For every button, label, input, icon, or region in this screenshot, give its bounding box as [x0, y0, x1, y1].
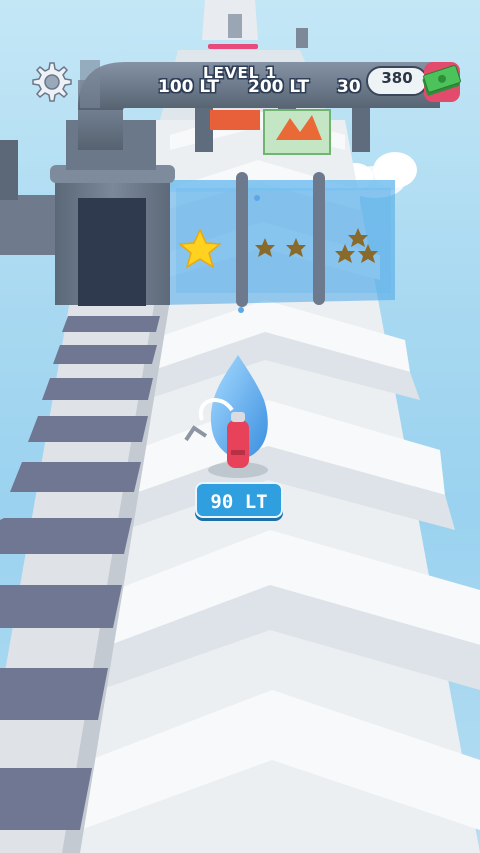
water-droplet [254, 195, 260, 201]
game-viewport: LEVEL 1 100 LT 200 LT 30 380 90 LT [0, 0, 480, 853]
track-marker-100: 100 LT [158, 77, 220, 97]
track-marker-200: 200 LT [248, 77, 310, 97]
gear-icon [32, 62, 72, 102]
cash-stack-icon [418, 62, 462, 102]
volume-label: 90 LT [195, 482, 283, 518]
game-scene [0, 0, 480, 853]
settings-button[interactable] [30, 60, 74, 104]
money-value: 380 [381, 69, 413, 87]
money-counter: 380 [366, 62, 461, 102]
track-marker-300: 30 [337, 77, 361, 97]
water-droplet [238, 307, 244, 313]
